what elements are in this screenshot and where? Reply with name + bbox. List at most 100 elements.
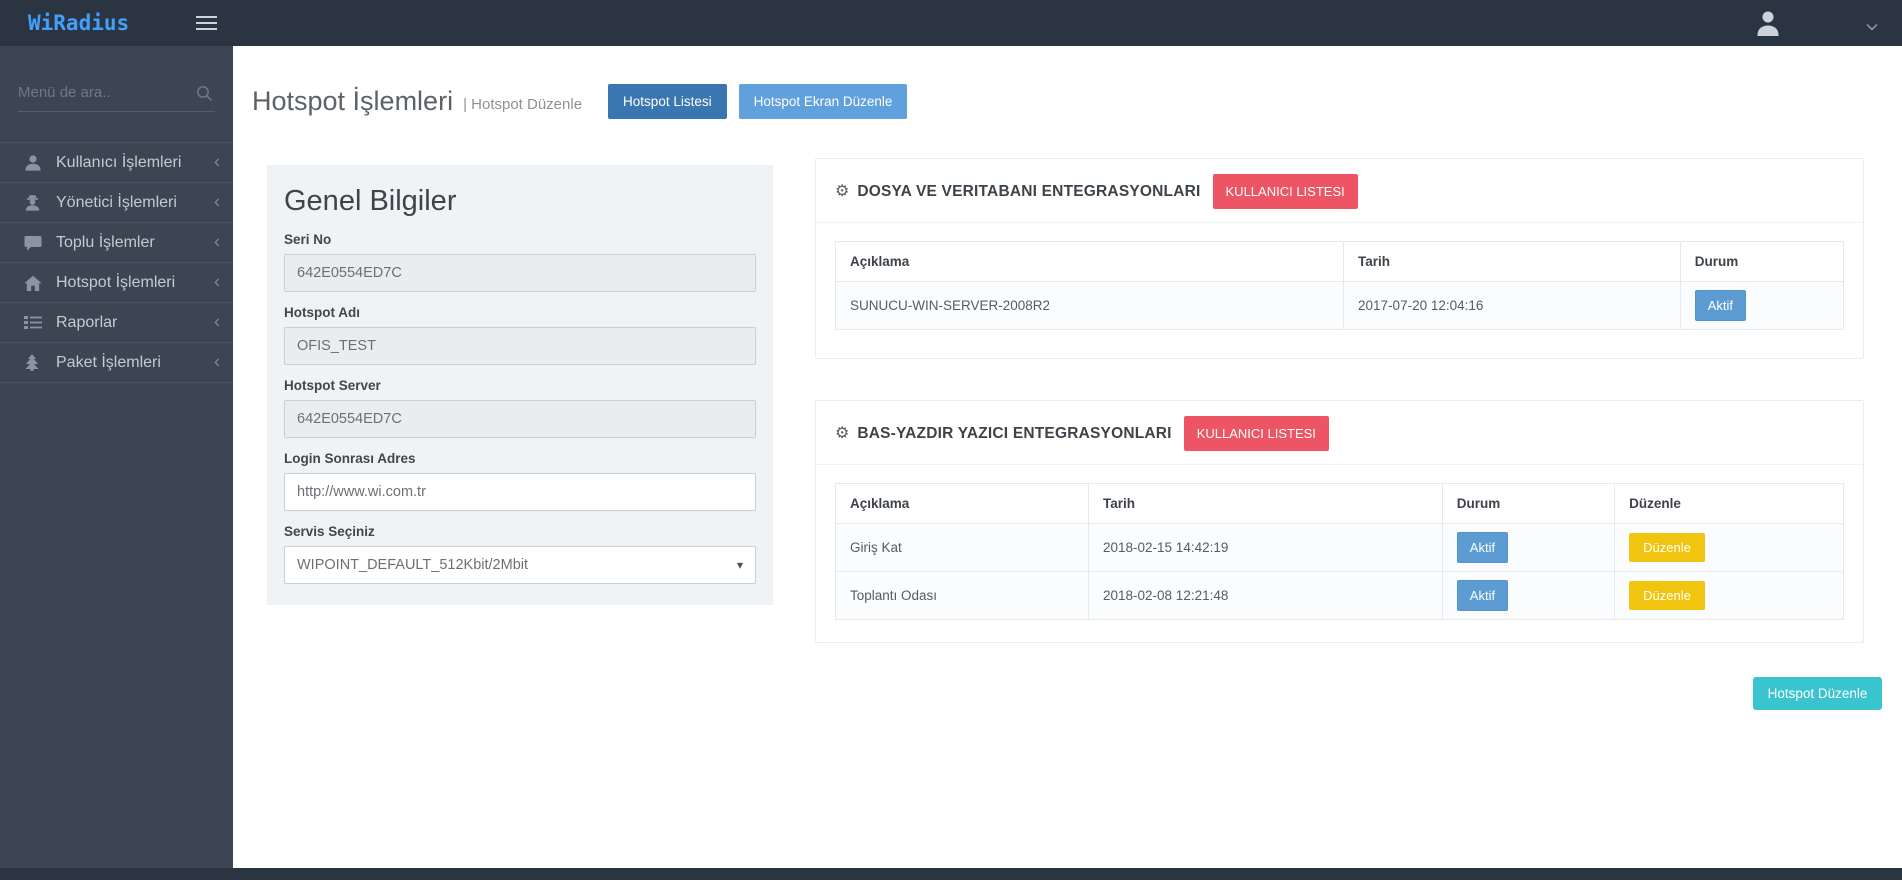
duzenle-cell: Düzenle <box>1615 524 1844 572</box>
chevron-left-icon: ‹ <box>214 351 220 372</box>
table-header-row: Açıklama Tarih Durum Düzenle <box>836 484 1844 524</box>
tarih-cell: 2017-07-20 12:04:16 <box>1344 282 1681 330</box>
login-sonrasi-adres-label: Login Sonrası Adres <box>284 451 756 467</box>
aciklama-cell: SUNUCU-WIN-SERVER-2008R2 <box>836 282 1344 330</box>
sidebar-item-paket-islemleri[interactable]: Paket İşlemleri ‹ <box>0 343 233 383</box>
column-header: Durum <box>1442 484 1614 524</box>
user-icon <box>24 154 43 171</box>
gear-icon: ⚙ <box>835 184 849 200</box>
field-login-sonrasi-adres: Login Sonrası Adres <box>284 451 756 511</box>
login-sonrasi-adres-input[interactable] <box>284 473 756 511</box>
sidebar: Kullanıcı İşlemleri ‹ Yönetici İşlemleri… <box>0 46 233 868</box>
hotspot-adi-input[interactable] <box>284 327 756 365</box>
aciklama-cell: Toplantı Odası <box>836 572 1089 620</box>
table-header-row: Açıklama Tarih Durum <box>836 242 1844 282</box>
duzenle-button[interactable]: Düzenle <box>1629 533 1705 562</box>
chevron-left-icon: ‹ <box>214 151 220 172</box>
brand-logo[interactable]: WiRadius <box>28 0 129 46</box>
form-title: Genel Bilgiler <box>284 183 756 219</box>
sidebar-item-hotspot-islemleri[interactable]: Hotspot İşlemleri ‹ <box>0 263 233 303</box>
column-header: Açıklama <box>836 242 1344 282</box>
field-hotspot-adi: Hotspot Adı <box>284 305 756 365</box>
bas-yazdir-panel: ⚙ BAS-YAZDIR YAZICI ENTEGRASYONLARI KULL… <box>815 400 1864 643</box>
hotspot-server-input[interactable] <box>284 400 756 438</box>
dosya-veritabani-header: ⚙ DOSYA VE VERITABANI ENTEGRASYONLARI KU… <box>816 159 1863 223</box>
sidebar-item-label: Paket İşlemleri <box>56 354 161 372</box>
sidebar-item-label: Kullanıcı İşlemleri <box>56 154 181 172</box>
durum-cell: Aktif <box>1442 572 1614 620</box>
top-navbar: WiRadius <box>0 0 1902 46</box>
navbar-chevron-down-icon[interactable] <box>1866 18 1878 36</box>
duzenle-cell: Düzenle <box>1615 572 1844 620</box>
aciklama-cell: Giriş Kat <box>836 524 1089 572</box>
field-hotspot-server: Hotspot Server <box>284 378 756 438</box>
sidebar-item-yonetici-islemleri[interactable]: Yönetici İşlemleri ‹ <box>0 183 233 223</box>
list-icon <box>24 315 43 330</box>
hamburger-menu-icon[interactable] <box>196 16 217 30</box>
hotspot-server-label: Hotspot Server <box>284 378 756 394</box>
sidebar-item-label: Hotspot İşlemleri <box>56 274 175 292</box>
table-row: Toplantı Odası 2018-02-08 12:21:48 Aktif… <box>836 572 1844 620</box>
table-row: Giriş Kat 2018-02-15 14:42:19 Aktif Düze… <box>836 524 1844 572</box>
durum-cell: Aktif <box>1442 524 1614 572</box>
comment-icon <box>24 235 43 251</box>
sidebar-search-input[interactable] <box>18 84 186 101</box>
tarih-cell: 2018-02-15 14:42:19 <box>1089 524 1443 572</box>
section-title: BAS-YAZDIR YAZICI ENTEGRASYONLARI <box>857 425 1171 443</box>
genel-bilgiler-panel: Genel Bilgiler Seri No Hotspot Adı Hotsp… <box>267 165 773 605</box>
user-profile-icon[interactable] <box>1755 8 1781 38</box>
hotspot-duzenle-submit-button[interactable]: Hotspot Düzenle <box>1753 677 1882 710</box>
admin-icon <box>24 194 43 211</box>
sidebar-menu: Kullanıcı İşlemleri ‹ Yönetici İşlemleri… <box>0 142 233 383</box>
servis-select[interactable]: WIPOINT_DEFAULT_512Kbit/2Mbit ▾ <box>284 546 756 584</box>
sidebar-item-label: Toplu İşlemler <box>56 234 155 252</box>
section-title: DOSYA VE VERITABANI ENTEGRASYONLARI <box>857 183 1200 201</box>
sidebar-item-label: Raporlar <box>56 314 117 332</box>
hotspot-adi-label: Hotspot Adı <box>284 305 756 321</box>
column-header: Düzenle <box>1615 484 1844 524</box>
chevron-left-icon: ‹ <box>214 231 220 252</box>
hotspot-listesi-button[interactable]: Hotspot Listesi <box>608 84 727 119</box>
servis-selected-value: WIPOINT_DEFAULT_512Kbit/2Mbit <box>297 557 528 573</box>
home-icon <box>24 275 43 291</box>
page-header: Hotspot İşlemleri | Hotspot Düzenle Hots… <box>252 84 907 119</box>
duzenle-button[interactable]: Düzenle <box>1629 581 1705 610</box>
dosya-veritabani-table: Açıklama Tarih Durum SUNUCU-WIN-SERVER-2… <box>835 241 1844 330</box>
durum-cell: Aktif <box>1680 282 1843 330</box>
kullanici-listesi-button[interactable]: KULLANICI LISTESI <box>1213 174 1358 209</box>
table-row: SUNUCU-WIN-SERVER-2008R2 2017-07-20 12:0… <box>836 282 1844 330</box>
chevron-down-icon: ▾ <box>737 558 743 572</box>
sidebar-item-label: Yönetici İşlemleri <box>56 194 177 212</box>
sidebar-item-kullanici-islemleri[interactable]: Kullanıcı İşlemleri ‹ <box>0 143 233 183</box>
column-header: Durum <box>1680 242 1843 282</box>
column-header: Açıklama <box>836 484 1089 524</box>
search-icon[interactable] <box>196 85 213 107</box>
servis-seciniz-label: Servis Seçiniz <box>284 524 756 540</box>
tree-icon <box>24 354 43 371</box>
chevron-left-icon: ‹ <box>214 271 220 292</box>
seri-no-label: Seri No <box>284 232 756 248</box>
column-header: Tarih <box>1344 242 1681 282</box>
tarih-cell: 2018-02-08 12:21:48 <box>1089 572 1443 620</box>
aktif-button[interactable]: Aktif <box>1695 290 1746 321</box>
dosya-veritabani-panel: ⚙ DOSYA VE VERITABANI ENTEGRASYONLARI KU… <box>815 158 1864 359</box>
page-title: Hotspot İşlemleri <box>252 86 453 117</box>
aktif-button[interactable]: Aktif <box>1457 532 1508 563</box>
aktif-button[interactable]: Aktif <box>1457 580 1508 611</box>
chevron-left-icon: ‹ <box>214 311 220 332</box>
field-seri-no: Seri No <box>284 232 756 292</box>
hotspot-ekran-duzenle-button[interactable]: Hotspot Ekran Düzenle <box>739 84 908 119</box>
gear-icon: ⚙ <box>835 426 849 442</box>
sidebar-item-toplu-islemler[interactable]: Toplu İşlemler ‹ <box>0 223 233 263</box>
kullanici-listesi-button[interactable]: KULLANICI LISTESI <box>1184 416 1329 451</box>
sidebar-item-raporlar[interactable]: Raporlar ‹ <box>0 303 233 343</box>
seri-no-input[interactable] <box>284 254 756 292</box>
bas-yazdir-header: ⚙ BAS-YAZDIR YAZICI ENTEGRASYONLARI KULL… <box>816 401 1863 465</box>
footer-bar <box>0 868 1902 880</box>
bas-yazdir-table: Açıklama Tarih Durum Düzenle Giriş Kat 2… <box>835 483 1844 620</box>
column-header: Tarih <box>1089 484 1443 524</box>
chevron-left-icon: ‹ <box>214 191 220 212</box>
sidebar-search <box>18 84 215 112</box>
field-servis-seciniz: Servis Seçiniz WIPOINT_DEFAULT_512Kbit/2… <box>284 524 756 584</box>
page-subtitle: | Hotspot Düzenle <box>463 96 582 113</box>
